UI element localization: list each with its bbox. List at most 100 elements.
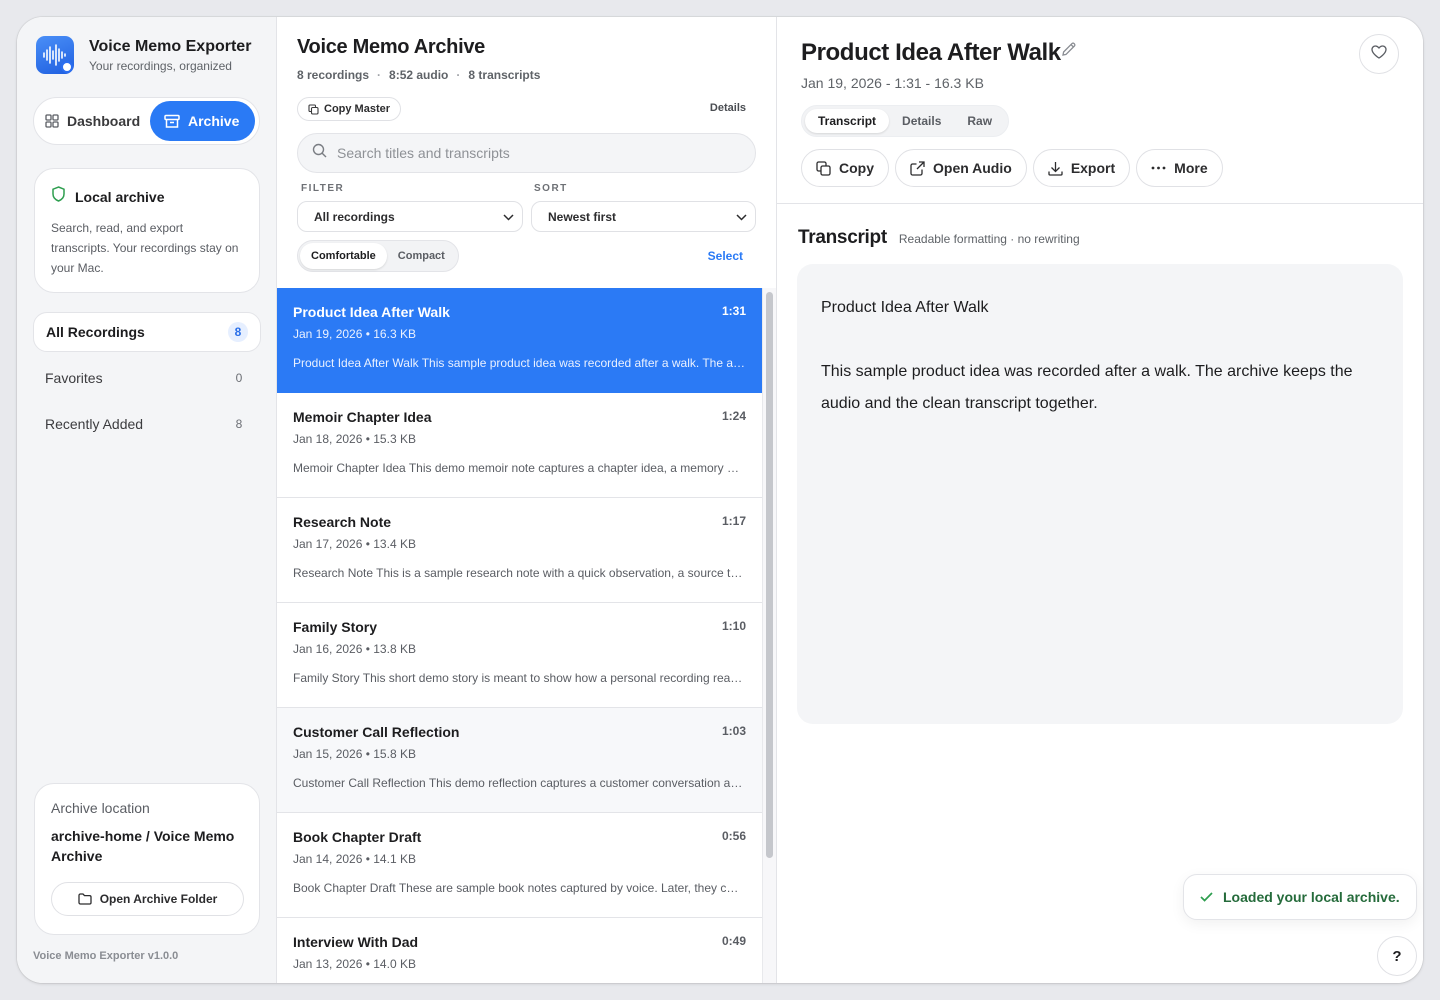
tab-archive-label: Archive — [188, 113, 240, 129]
density-switcher: Comfortable Compact — [297, 240, 459, 272]
count-badge: 8 — [228, 322, 248, 342]
sidebar-nav: All Recordings 8 Favorites 0 Recently Ad… — [33, 312, 261, 450]
transcript-paragraph: This sample product idea was recorded af… — [821, 363, 1353, 412]
count-badge: 0 — [235, 371, 243, 385]
sidebar-item-all-recordings[interactable]: All Recordings 8 — [33, 312, 261, 352]
open-archive-folder-button[interactable]: Open Archive Folder — [51, 882, 244, 916]
list-item[interactable]: Customer Call Reflection 1:03 Jan 15, 20… — [277, 708, 762, 813]
folder-icon — [78, 893, 92, 905]
list-item[interactable]: Product Idea After Walk 1:31 Jan 19, 202… — [277, 288, 762, 393]
tab-transcript[interactable]: Transcript — [805, 109, 890, 133]
copy-master-button[interactable]: Copy Master — [297, 97, 402, 121]
local-archive-description: Search, read, and export transcripts. Yo… — [51, 221, 239, 275]
copy-button[interactable]: Copy — [801, 149, 889, 187]
shield-check-icon — [51, 186, 66, 207]
app-header: Voice Memo Exporter Your recordings, org… — [36, 36, 251, 74]
recording-duration: 1:31 — [721, 304, 746, 318]
tab-archive[interactable]: Archive — [150, 101, 255, 141]
recording-snippet: Research Note This is a sample research … — [293, 566, 745, 580]
recording-meta: Jan 13, 2026 • 14.0 KB — [293, 957, 416, 971]
density-comfortable[interactable]: Comfortable — [300, 243, 387, 269]
list-scrollbar[interactable] — [762, 288, 776, 983]
copy-icon — [816, 160, 831, 176]
help-button[interactable]: ? — [1377, 936, 1417, 976]
filter-select[interactable]: All recordings — [297, 201, 523, 232]
recording-duration: 1:24 — [721, 409, 746, 423]
list-item[interactable]: Book Chapter Draft 0:56 Jan 14, 2026 • 1… — [277, 813, 762, 918]
list-item[interactable]: Family Story 1:10 Jan 16, 2026 • 13.8 KB… — [277, 603, 762, 708]
sort-select[interactable]: Newest first — [531, 201, 756, 232]
recording-meta: Jan 15, 2026 • 15.8 KB — [293, 747, 416, 761]
count-badge: 8 — [235, 417, 243, 431]
transcript-paragraph: Product Idea After Walk — [821, 299, 989, 316]
density-compact[interactable]: Compact — [387, 243, 456, 269]
toast-message: Loaded your local archive. — [1223, 889, 1400, 905]
transcripts-count: 8 transcripts — [468, 68, 541, 82]
recording-snippet: Customer Call Reflection This demo refle… — [293, 776, 745, 790]
list-title: Voice Memo Archive — [297, 36, 485, 58]
filter-select-value: All recordings — [314, 209, 395, 224]
audio-total: 8:52 audio — [389, 68, 449, 82]
sidebar-item-label: Recently Added — [45, 416, 144, 432]
copy-label: Copy — [839, 160, 874, 176]
recording-meta: Jan 14, 2026 • 14.1 KB — [293, 852, 416, 866]
details-link[interactable]: Details — [710, 102, 746, 114]
app-logo-icon — [36, 36, 74, 74]
favorite-button[interactable] — [1359, 34, 1399, 74]
recording-title: Product Idea After Walk — [801, 39, 1061, 66]
copy-icon — [308, 103, 319, 115]
recording-snippet: Memoir Chapter Idea This demo memoir not… — [293, 461, 745, 475]
sidebar-item-label: All Recordings — [46, 324, 145, 340]
tab-dashboard[interactable]: Dashboard — [37, 101, 150, 141]
archive-location-label: Archive location — [51, 800, 150, 816]
sort-select-value: Newest first — [548, 209, 617, 224]
recording-snippet: Product Idea After Walk This sample prod… — [293, 356, 745, 370]
archive-location-card: Archive location archive-home / Voice Me… — [34, 783, 260, 935]
export-label: Export — [1070, 160, 1116, 176]
more-button[interactable]: More — [1136, 149, 1223, 187]
tab-raw[interactable]: Raw — [954, 109, 1005, 133]
list-item[interactable]: Research Note 1:17 Jan 17, 2026 • 13.4 K… — [277, 498, 762, 603]
chevron-down-icon — [736, 210, 747, 224]
grid-icon — [45, 114, 59, 128]
local-archive-card: Local archive Search, read, and export t… — [34, 168, 260, 293]
copy-master-label: Copy Master — [324, 103, 391, 115]
recording-title: Book Chapter Draft — [293, 829, 422, 845]
recording-duration: 0:49 — [721, 934, 746, 948]
separator: · — [377, 68, 382, 82]
toast-notification: Loaded your local archive. — [1183, 874, 1417, 920]
transcript-title: Transcript — [798, 227, 887, 248]
scrollbar-thumb[interactable] — [766, 292, 773, 858]
recording-meta: Jan 18, 2026 • 15.3 KB — [293, 432, 416, 446]
select-link[interactable]: Select — [708, 249, 743, 263]
app-subtitle: Your recordings, organized — [89, 58, 232, 73]
tab-details[interactable]: Details — [889, 109, 954, 133]
recording-meta: Jan 19, 2026 • 16.3 KB — [293, 327, 416, 341]
detail-actions: Copy Open Audio Export More — [801, 149, 1229, 187]
local-archive-title: Local archive — [75, 188, 165, 205]
more-label: More — [1174, 160, 1208, 176]
recording-meta: Jan 17, 2026 • 13.4 KB — [293, 537, 416, 551]
filter-label: FILTER — [301, 183, 345, 194]
recording-snippet: Book Chapter Draft These are sample book… — [293, 881, 745, 895]
list-item[interactable]: Interview With Dad 0:49 Jan 13, 2026 • 1… — [277, 918, 762, 983]
sidebar-item-favorites[interactable]: Favorites 0 — [33, 358, 261, 398]
search-input[interactable] — [337, 145, 737, 161]
transcript-content: Product Idea After Walk This sample prod… — [797, 264, 1403, 724]
recording-title: Customer Call Reflection — [293, 724, 460, 740]
export-button[interactable]: Export — [1032, 149, 1131, 187]
open-audio-button[interactable]: Open Audio — [895, 149, 1027, 187]
pencil-icon[interactable] — [1061, 41, 1077, 62]
list-stats: 8 recordings · 8:52 audio · 8 transcript… — [297, 68, 540, 82]
recording-title: Product Idea After Walk — [293, 304, 450, 320]
sidebar-item-recently-added[interactable]: Recently Added 8 — [33, 404, 261, 444]
sidebar: Voice Memo Exporter Your recordings, org… — [17, 17, 277, 983]
sidebar-item-label: Favorites — [45, 370, 103, 386]
search-bar — [297, 133, 756, 173]
recording-title: Research Note — [293, 514, 392, 530]
sort-label: SORT — [534, 183, 568, 194]
check-icon — [1200, 892, 1213, 902]
app-title: Voice Memo Exporter — [89, 37, 252, 55]
recording-meta: Jan 16, 2026 • 13.8 KB — [293, 642, 416, 656]
list-item[interactable]: Memoir Chapter Idea 1:24 Jan 18, 2026 • … — [277, 393, 762, 498]
